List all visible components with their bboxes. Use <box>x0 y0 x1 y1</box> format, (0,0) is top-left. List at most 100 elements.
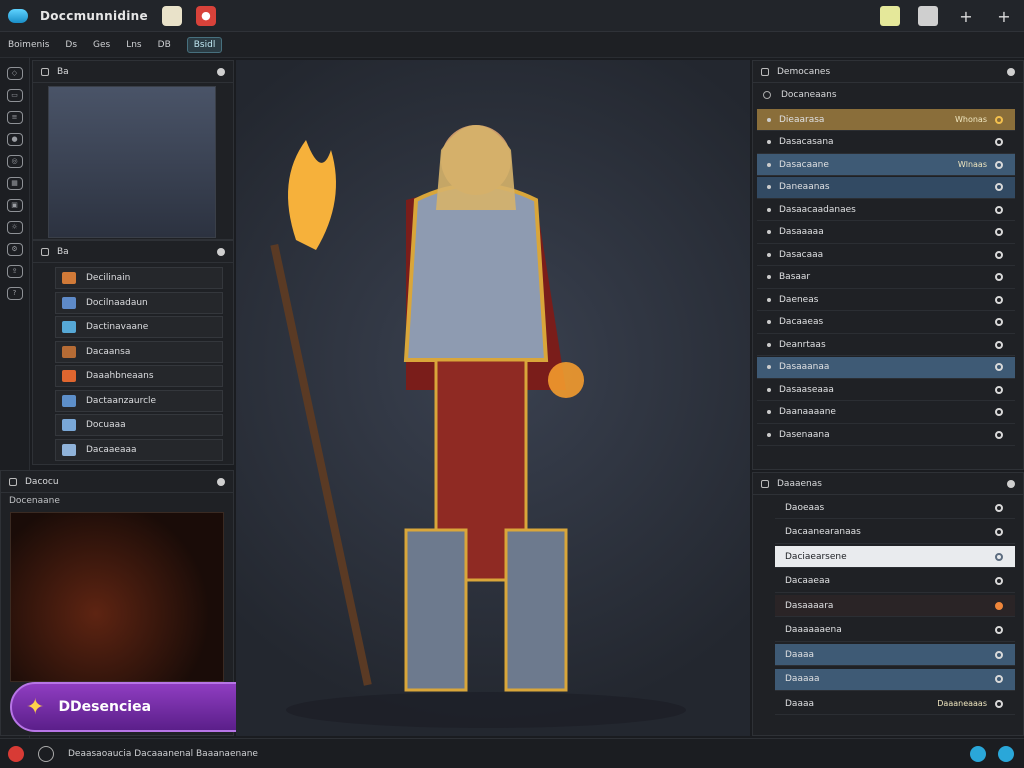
radio-button[interactable] <box>995 340 1003 349</box>
radio-button[interactable] <box>995 430 1003 439</box>
radio-button[interactable] <box>995 577 1003 585</box>
record-icon[interactable]: ● <box>195 5 216 26</box>
properties-search-label[interactable]: Docaneaans <box>781 90 837 100</box>
menu-item-ges[interactable]: Ges <box>93 40 110 50</box>
list-item[interactable]: Dactaanzaurcle <box>55 389 223 412</box>
property-row[interactable]: Dasaaseaaa <box>757 379 1015 401</box>
network-icon[interactable] <box>998 746 1014 762</box>
property-row[interactable]: Basaar <box>757 267 1015 289</box>
property-row[interactable]: Dasaacaadanaes <box>757 199 1015 221</box>
mask-tool-icon[interactable]: ▦ <box>6 177 23 190</box>
property-row[interactable]: Dasacaaa <box>757 244 1015 266</box>
sync-icon[interactable] <box>38 745 54 762</box>
panel-toggle-icon[interactable] <box>41 247 49 256</box>
radio-button[interactable] <box>995 408 1003 416</box>
property-row[interactable]: Dasenaana <box>757 424 1015 446</box>
layer-row[interactable]: Daciaearsene <box>775 546 1015 568</box>
panel-menu-icon[interactable] <box>217 247 225 256</box>
bullet-icon <box>767 432 771 437</box>
radio-button[interactable] <box>995 626 1003 634</box>
layer-row[interactable]: Daaaaa <box>775 668 1015 691</box>
panel-toggle-icon[interactable] <box>761 479 769 488</box>
radio-button[interactable] <box>995 228 1003 236</box>
render-preview[interactable] <box>10 512 224 682</box>
list-item[interactable]: Dactinavaane <box>55 316 223 338</box>
export-tool-icon[interactable]: ⇪ <box>6 265 23 278</box>
radio-button[interactable] <box>995 675 1003 683</box>
property-row[interactable]: Dieaarasa Whonas <box>757 109 1015 131</box>
property-row[interactable]: Deanrtaas <box>757 334 1015 356</box>
layer-row[interactable]: Dacaaeaa <box>775 571 1015 593</box>
radio-button[interactable] <box>995 385 1003 394</box>
property-row[interactable]: Dasacaane Wlnaas <box>757 154 1015 176</box>
radio-button[interactable] <box>995 250 1003 259</box>
menu-item-active[interactable]: Bsidl <box>186 36 223 53</box>
shape-tool-icon[interactable]: ◎ <box>6 155 23 168</box>
layer-row[interactable]: Dacaanearanaas <box>775 522 1015 544</box>
list-item[interactable]: Decilinain <box>55 267 223 289</box>
radio-button[interactable] <box>995 650 1003 659</box>
layer-row[interactable]: Daaaa <box>775 644 1015 666</box>
radio-button[interactable] <box>995 318 1003 326</box>
panel-toggle-icon[interactable] <box>761 67 769 76</box>
settings-tool-icon[interactable]: ⚙ <box>6 243 23 256</box>
list-item[interactable]: Docuaaa <box>55 414 223 436</box>
radio-button[interactable] <box>995 363 1003 371</box>
list-item[interactable]: Dacaaeaaa <box>55 438 223 461</box>
list-item[interactable]: Docilnaadaun <box>55 291 223 314</box>
property-row[interactable]: Daeneas <box>757 289 1015 311</box>
layer-tag: Daaaneaaas <box>937 699 987 708</box>
menu-item-file[interactable]: Boimenis <box>8 40 49 50</box>
cloud-icon[interactable] <box>970 746 986 762</box>
add-icon[interactable]: + <box>956 7 976 26</box>
menu-item-lns[interactable]: Lns <box>126 40 141 50</box>
property-row[interactable]: Daneaanas <box>757 176 1015 199</box>
notes-icon[interactable] <box>161 5 182 26</box>
color-tool-icon[interactable]: ● <box>6 133 23 146</box>
light-tool-icon[interactable]: ☼ <box>6 221 23 234</box>
radio-button[interactable] <box>995 160 1003 169</box>
grid-icon[interactable] <box>918 6 938 26</box>
layer-row[interactable]: Daaaa Daaaneaaas <box>775 693 1015 715</box>
generate-button[interactable]: ✦ DDesenciea <box>10 682 262 732</box>
radio-button[interactable] <box>995 205 1003 214</box>
radio-button[interactable] <box>995 503 1003 512</box>
panel-menu-icon[interactable] <box>217 67 225 76</box>
radio-button[interactable] <box>995 699 1003 708</box>
property-row[interactable]: Dasacasana <box>757 132 1015 154</box>
select-tool-icon[interactable]: ▭ <box>6 89 23 102</box>
property-row[interactable]: Dasaaaaa <box>757 222 1015 244</box>
help-tool-icon[interactable]: ? <box>6 287 23 300</box>
brush-tool-icon[interactable]: ◇ <box>6 67 23 80</box>
radio-button[interactable] <box>995 138 1003 146</box>
panel-toggle-icon[interactable] <box>41 67 49 76</box>
character-thumbnail[interactable] <box>48 86 216 238</box>
layer-row[interactable]: Daaaaaaena <box>775 620 1015 642</box>
menu-item-db[interactable]: DB <box>158 40 171 50</box>
panel-toggle-icon[interactable] <box>9 477 17 486</box>
panel-menu-icon[interactable] <box>217 477 225 486</box>
radio-button[interactable] <box>995 601 1003 610</box>
main-canvas[interactable] <box>236 60 750 736</box>
layers-tool-icon[interactable]: ≡ <box>6 111 23 124</box>
camera-tool-icon[interactable]: ▣ <box>6 199 23 212</box>
expand-icon[interactable]: + <box>994 7 1014 26</box>
radio-button[interactable] <box>995 552 1003 561</box>
list-item[interactable]: Dacaansa <box>55 340 223 363</box>
radio-button[interactable] <box>995 115 1003 124</box>
layer-row[interactable]: Daoeaas <box>775 497 1015 519</box>
sticky-note-icon[interactable] <box>880 6 900 26</box>
menu-item-ds[interactable]: Ds <box>65 40 77 50</box>
list-item[interactable]: Daaahbneaans <box>55 365 223 387</box>
radio-button[interactable] <box>995 273 1003 281</box>
panel-menu-icon[interactable] <box>1007 479 1015 488</box>
stop-icon[interactable] <box>8 745 24 762</box>
radio-button[interactable] <box>995 528 1003 536</box>
panel-menu-icon[interactable] <box>1007 67 1015 76</box>
layer-row[interactable]: Dasaaaara <box>775 595 1015 617</box>
property-row[interactable]: Dacaaeas <box>757 312 1015 334</box>
property-row[interactable]: Dasaaanaa <box>757 356 1015 379</box>
radio-button[interactable] <box>995 295 1003 304</box>
property-row[interactable]: Daanaaaane <box>757 402 1015 424</box>
radio-button[interactable] <box>995 183 1003 191</box>
